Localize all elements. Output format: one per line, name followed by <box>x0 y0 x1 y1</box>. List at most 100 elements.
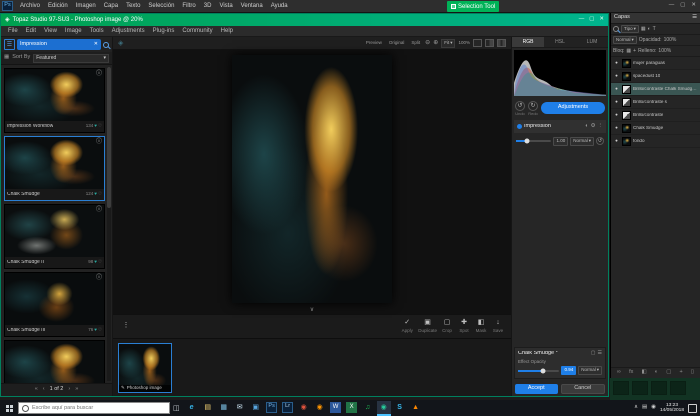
filter-text-icon[interactable]: T <box>653 27 656 32</box>
layer-row[interactable]: ● fondo <box>611 135 700 148</box>
adjustments-button[interactable]: Adjustments <box>541 102 605 114</box>
topaz-menu-item[interactable]: Adjustments <box>108 28 149 34</box>
menu-item[interactable]: Archivo <box>16 3 44 9</box>
split-view-icon[interactable] <box>485 39 494 47</box>
preset-card-partial[interactable] <box>4 340 105 383</box>
taskbar-app-icon[interactable]: ▲ <box>409 401 423 416</box>
duplicate-icon[interactable]: ▢ <box>591 351 596 356</box>
canvas-tool-button[interactable]: ◧ Mask <box>474 319 488 334</box>
info-icon[interactable]: ⓘ <box>96 275 102 281</box>
filter-type-dropdown[interactable]: Tipo ▾ <box>621 25 639 33</box>
canvas-viewport[interactable]: ∨ <box>113 50 511 314</box>
collapse-panel-icon[interactable]: ∨ <box>310 307 314 313</box>
more-icon[interactable]: ⋮ <box>598 124 604 130</box>
taskbar-app-icon[interactable]: ▦ <box>217 401 231 416</box>
topaz-menu-item[interactable]: Community <box>178 28 216 34</box>
action-center-icon[interactable] <box>688 404 697 413</box>
impression-adjustment-header[interactable]: Impression ◐ ⚙ ⋮ <box>514 120 606 133</box>
volume-icon[interactable]: ◉ <box>651 405 656 411</box>
topaz-menu-item[interactable]: Plug-ins <box>149 28 179 34</box>
blend-mode-dropdown[interactable]: Normal ▾ <box>570 137 594 146</box>
menu-item[interactable]: Edición <box>44 3 72 9</box>
filmstrip-thumbnail[interactable]: ✎ Photoshop image <box>118 343 172 393</box>
info-icon[interactable]: ⓘ <box>96 207 102 213</box>
taskbar-app-icon[interactable]: ◉ <box>313 401 327 416</box>
menu-item[interactable]: Capa <box>100 3 122 9</box>
taskbar-app-icon[interactable]: Ps <box>265 401 279 416</box>
menu-item[interactable]: Ayuda <box>267 3 292 9</box>
taskbar-app-icon[interactable]: ♫ <box>361 401 375 416</box>
search-input[interactable] <box>32 405 166 411</box>
histogram-tab[interactable]: HSL <box>544 37 576 47</box>
zoom-out-icon[interactable]: ⊖ <box>425 40 430 46</box>
histogram-tab[interactable]: LUM <box>576 37 608 47</box>
apply-button[interactable]: ✓ Apply <box>400 319 414 334</box>
favorite-icon[interactable]: ♡ <box>98 192 102 197</box>
preset-scrollbar[interactable] <box>107 67 111 381</box>
taskbar-app-icon[interactable]: X <box>345 401 359 416</box>
info-icon[interactable]: ⓘ <box>96 71 102 77</box>
maximize-button[interactable]: ▢ <box>680 3 685 9</box>
lock-position-icon[interactable]: + <box>633 49 636 54</box>
single-view-icon[interactable] <box>473 39 482 47</box>
canvas-image[interactable] <box>232 55 392 303</box>
taskbar-app-icon[interactable]: e <box>185 401 199 416</box>
network-icon[interactable]: ▤ <box>642 405 647 411</box>
menu-icon[interactable]: ☰ <box>598 351 602 356</box>
opacity-slider[interactable] <box>516 140 551 142</box>
canvas-tool-button[interactable]: ✚ Spot <box>457 319 471 334</box>
visibility-eye-icon[interactable]: ● <box>613 61 620 66</box>
preset-card[interactable]: ⓘ Impression Workflow 134 ♥ ♡ <box>4 68 105 133</box>
like-icon[interactable]: ♥ <box>94 124 97 129</box>
clock[interactable]: 13:23 14/05/2018 <box>660 403 684 414</box>
topaz-menu-item[interactable]: View <box>40 28 61 34</box>
prev-page-icon[interactable]: ‹ <box>43 387 45 393</box>
last-page-icon[interactable]: » <box>75 387 78 393</box>
menu-item[interactable]: Ventana <box>237 3 267 9</box>
more-tools-button[interactable]: ⋮ <box>119 322 133 331</box>
taskbar-app-icon[interactable]: ◉ <box>377 401 391 416</box>
filter-adjustment-icon[interactable]: ◐ <box>648 27 651 32</box>
menu-icon[interactable]: ☰ <box>4 39 15 50</box>
favorite-icon[interactable]: ♡ <box>98 124 102 129</box>
taskbar-app-icon[interactable]: Lr <box>281 401 295 416</box>
topaz-titlebar[interactable]: ◈ Topaz Studio 97-SU3 - Photoshop image … <box>1 14 608 26</box>
tray-expand-icon[interactable]: ∧ <box>634 405 638 411</box>
menu-item[interactable]: Vista <box>215 3 236 9</box>
panel-menu-icon[interactable]: ☰ <box>692 15 697 21</box>
layer-blend-dropdown[interactable]: Normal ▾ <box>613 36 637 44</box>
redo-button[interactable]: ↻ <box>528 101 538 111</box>
taskbar-app-icon[interactable]: W <box>329 401 343 416</box>
pencil-icon[interactable]: ✎ <box>121 386 125 391</box>
layer-row[interactable]: ● Brillo/contraste <box>611 109 700 122</box>
link-layers-icon[interactable]: ∞ <box>617 370 621 376</box>
fill-value[interactable]: 100% <box>658 49 671 54</box>
info-icon[interactable]: ⓘ <box>96 139 102 145</box>
menu-item[interactable]: 3D <box>200 3 216 9</box>
favorite-icon[interactable]: ♡ <box>98 260 102 265</box>
next-page-icon[interactable]: › <box>68 387 70 393</box>
canvas-tool-button[interactable]: ▢ Crop <box>440 319 454 334</box>
adjustment-layer-icon[interactable]: ◐ <box>655 370 658 376</box>
layers-panel-tab[interactable]: Capas ☰ <box>611 13 700 24</box>
duplicate-button[interactable]: ▣ Duplicate <box>418 319 437 334</box>
visibility-eye-icon[interactable]: ● <box>613 100 620 105</box>
task-view-icon[interactable]: ◫ <box>173 405 180 412</box>
layer-row[interactable]: ● Chalk Smudge <box>611 122 700 135</box>
visibility-eye-icon[interactable]: ● <box>613 113 620 118</box>
sort-dropdown[interactable]: Featured ▾ <box>33 54 109 63</box>
zoom-fit-dropdown[interactable]: Fit ▾ <box>441 39 455 48</box>
search-icon[interactable] <box>103 42 109 48</box>
minimize-button[interactable]: — <box>669 3 675 9</box>
taskbar-app-icon[interactable]: ▤ <box>201 401 215 416</box>
taskbar-app-icon[interactable]: ▣ <box>249 401 263 416</box>
histogram-tab[interactable]: RGB <box>512 37 544 47</box>
new-group-icon[interactable]: ▢ <box>666 370 671 376</box>
topaz-menu-item[interactable]: Image <box>61 28 86 34</box>
like-icon[interactable]: ♥ <box>94 260 97 265</box>
cancel-button[interactable]: Cancel <box>561 384 606 394</box>
chip-close-icon[interactable]: ✕ <box>94 42 98 47</box>
mask-icon[interactable]: ◐ <box>585 124 588 130</box>
taskbar-app-icon[interactable]: S <box>393 401 407 416</box>
topaz-menu-item[interactable]: Edit <box>22 28 40 34</box>
